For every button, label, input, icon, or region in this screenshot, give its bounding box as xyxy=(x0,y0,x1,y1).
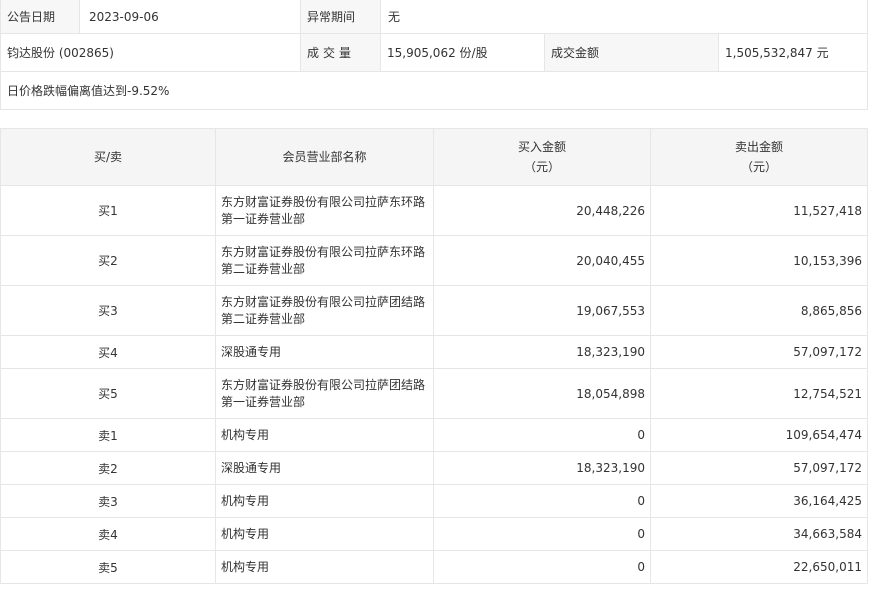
row-side: 卖5 xyxy=(0,550,216,584)
volume-value: 15,905,062 份/股 xyxy=(381,34,545,71)
member-name-line2: 第二证券营业部 xyxy=(221,261,306,276)
member-name-line2: 第一证券营业部 xyxy=(221,394,306,409)
row-side: 卖3 xyxy=(0,484,216,518)
member-name-line1: 东方财富证券股份有限公司拉萨东环路 xyxy=(221,244,426,259)
row-sell-amount: 10,153,396 xyxy=(650,235,868,286)
amount-label: 成交金额 xyxy=(545,34,719,71)
row-sell-amount: 109,654,474 xyxy=(650,418,868,452)
row-member-name: 东方财富证券股份有限公司拉萨东环路 第二证券营业部 xyxy=(215,235,434,286)
row-side: 卖2 xyxy=(0,451,216,485)
row-sell-amount: 12,754,521 xyxy=(650,368,868,419)
abnormal-period-label: 异常期间 xyxy=(301,0,381,33)
reason-text: 日价格跌幅偏离值达到-9.52% xyxy=(7,84,170,98)
header-member: 会员营业部名称 xyxy=(215,128,434,186)
row-buy-amount: 0 xyxy=(433,517,651,551)
table-row: 卖4 机构专用 0 34,663,584 xyxy=(0,517,868,551)
header-sell-amount: 卖出金额 （元） xyxy=(650,128,868,186)
table-row: 买2 东方财富证券股份有限公司拉萨东环路 第二证券营业部 20,040,455 10,1… xyxy=(0,235,868,286)
table-header-row: 买/卖 会员营业部名称 买入金额 （元） 卖出金额 （元） xyxy=(0,128,868,186)
row-buy-amount: 20,040,455 xyxy=(433,235,651,286)
member-name-line1: 深股通专用 xyxy=(221,460,282,475)
row-side: 买1 xyxy=(0,185,216,236)
member-name-line1: 东方财富证券股份有限公司拉萨团结路 xyxy=(221,377,426,392)
row-sell-amount: 57,097,172 xyxy=(650,451,868,485)
row-member-name: 东方财富证券股份有限公司拉萨团结路 第一证券营业部 xyxy=(215,368,434,419)
member-name-line1: 东方财富证券股份有限公司拉萨东环路 xyxy=(221,194,426,209)
stock-name-code: 钧达股份 (002865) xyxy=(1,34,301,71)
table-row: 卖1 机构专用 0 109,654,474 xyxy=(0,418,868,452)
row-member-name: 东方财富证券股份有限公司拉萨东环路 第一证券营业部 xyxy=(215,185,434,236)
row-sell-amount: 22,650,011 xyxy=(650,550,868,584)
row-buy-amount: 18,323,190 xyxy=(433,451,651,485)
member-name-line1: 深股通专用 xyxy=(221,344,282,359)
row-side: 卖4 xyxy=(0,517,216,551)
row-member-name: 深股通专用 xyxy=(215,451,434,485)
row-side: 买3 xyxy=(0,285,216,336)
row-buy-amount: 0 xyxy=(433,550,651,584)
announcement-info-panel: 公告日期 2023-09-06 异常期间 无 钧达股份 (002865) 成交量… xyxy=(0,0,868,110)
info-row-date: 公告日期 2023-09-06 异常期间 无 xyxy=(1,0,867,34)
header-buy-line2: （元） xyxy=(523,160,560,174)
row-member-name: 机构专用 xyxy=(215,550,434,584)
header-buy-amount: 买入金额 （元） xyxy=(433,128,651,186)
info-row-stock: 钧达股份 (002865) 成交量 15,905,062 份/股 成交金额 1,… xyxy=(1,34,867,72)
row-member-name: 东方财富证券股份有限公司拉萨团结路 第二证券营业部 xyxy=(215,285,434,336)
row-member-name: 机构专用 xyxy=(215,484,434,518)
row-buy-amount: 19,067,553 xyxy=(433,285,651,336)
row-buy-amount: 18,054,898 xyxy=(433,368,651,419)
row-sell-amount: 36,164,425 xyxy=(650,484,868,518)
header-sell-line1: 卖出金额 xyxy=(734,140,783,154)
table-row: 买4 深股通专用 18,323,190 57,097,172 xyxy=(0,335,868,369)
table-row: 买3 东方财富证券股份有限公司拉萨团结路 第二证券营业部 19,067,553 8,86… xyxy=(0,285,868,336)
trading-seats-table: 买/卖 会员营业部名称 买入金额 （元） 卖出金额 （元） 买1 东方财富证券股份… xyxy=(0,128,868,584)
member-name-line1: 机构专用 xyxy=(221,559,270,574)
row-sell-amount: 8,865,856 xyxy=(650,285,868,336)
table-row: 买1 东方财富证券股份有限公司拉萨东环路 第一证券营业部 20,448,226 11,5… xyxy=(0,185,868,236)
header-sell-line2: （元） xyxy=(740,160,777,174)
row-buy-amount: 18,323,190 xyxy=(433,335,651,369)
row-side: 卖1 xyxy=(0,418,216,452)
member-name-line1: 机构专用 xyxy=(221,526,270,541)
member-name-line1: 机构专用 xyxy=(221,427,270,442)
announce-date-value: 2023-09-06 xyxy=(80,0,301,33)
info-row-reason: 日价格跌幅偏离值达到-9.52% xyxy=(1,72,867,110)
table-body: 买1 东方财富证券股份有限公司拉萨东环路 第一证券营业部 20,448,226 11,5… xyxy=(0,185,868,584)
volume-label: 成交量 xyxy=(301,34,381,71)
row-member-name: 机构专用 xyxy=(215,517,434,551)
row-side: 买5 xyxy=(0,368,216,419)
header-buy-line1: 买入金额 xyxy=(517,140,566,154)
member-name-line2: 第二证券营业部 xyxy=(221,311,306,326)
row-buy-amount: 0 xyxy=(433,484,651,518)
announce-date-label: 公告日期 xyxy=(1,0,80,33)
row-buy-amount: 20,448,226 xyxy=(433,185,651,236)
row-sell-amount: 34,663,584 xyxy=(650,517,868,551)
header-side: 买/卖 xyxy=(0,128,216,186)
row-buy-amount: 0 xyxy=(433,418,651,452)
table-row: 买5 东方财富证券股份有限公司拉萨团结路 第一证券营业部 18,054,898 12,7… xyxy=(0,368,868,419)
member-name-line2: 第一证券营业部 xyxy=(221,211,306,226)
abnormal-period-value: 无 xyxy=(388,10,401,24)
table-row: 卖2 深股通专用 18,323,190 57,097,172 xyxy=(0,451,868,485)
row-member-name: 深股通专用 xyxy=(215,335,434,369)
row-sell-amount: 57,097,172 xyxy=(650,335,868,369)
table-row: 卖5 机构专用 0 22,650,011 xyxy=(0,550,868,584)
row-sell-amount: 11,527,418 xyxy=(650,185,868,236)
row-side: 买2 xyxy=(0,235,216,286)
row-member-name: 机构专用 xyxy=(215,418,434,452)
member-name-line1: 东方财富证券股份有限公司拉萨团结路 xyxy=(221,294,426,309)
amount-value: 1,505,532,847 元 xyxy=(725,46,829,60)
table-row: 卖3 机构专用 0 36,164,425 xyxy=(0,484,868,518)
member-name-line1: 机构专用 xyxy=(221,493,270,508)
row-side: 买4 xyxy=(0,335,216,369)
